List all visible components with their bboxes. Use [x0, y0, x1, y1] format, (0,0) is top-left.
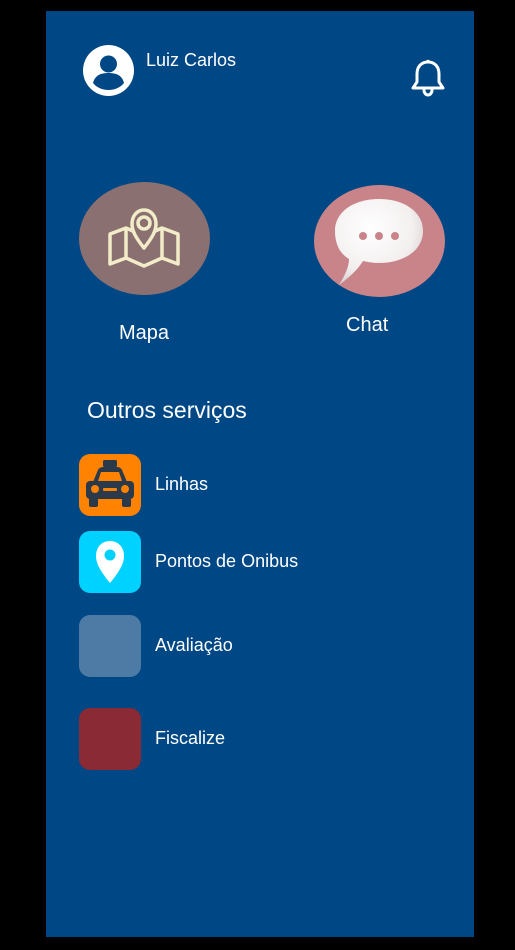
- chat-label: Chat: [346, 314, 389, 336]
- map-button[interactable]: [79, 182, 210, 295]
- blank-square-icon: [79, 708, 141, 770]
- service-item-linhas[interactable]: Linhas: [79, 454, 399, 516]
- chat-button[interactable]: [314, 185, 445, 297]
- service-label: Avaliação: [155, 635, 233, 655]
- map-label: Mapa: [119, 322, 170, 344]
- service-item-pontos-de-onibus[interactable]: Pontos de Onibus: [79, 531, 399, 593]
- service-label: Linhas: [155, 474, 209, 494]
- bell-icon[interactable]: [410, 59, 446, 97]
- blank-square-icon: [79, 615, 141, 677]
- service-item-avaliacao[interactable]: Avaliação: [79, 615, 399, 677]
- service-item-fiscalize[interactable]: Fiscalize: [79, 708, 399, 770]
- section-title: Outros serviços: [87, 397, 247, 423]
- chat-bubble-icon: [335, 199, 423, 285]
- service-label: Fiscalize: [155, 728, 226, 748]
- avatar-icon[interactable]: [83, 45, 134, 96]
- service-label: Pontos de Onibus: [155, 551, 299, 571]
- user-name: Luiz Carlos: [146, 50, 237, 70]
- app-screen: Luiz Carlos Mapa Chat Outros serviços Li…: [46, 11, 474, 937]
- taxi-icon: [79, 454, 141, 516]
- location-pin-icon: [79, 531, 141, 593]
- map-pin-icon: [108, 208, 180, 268]
